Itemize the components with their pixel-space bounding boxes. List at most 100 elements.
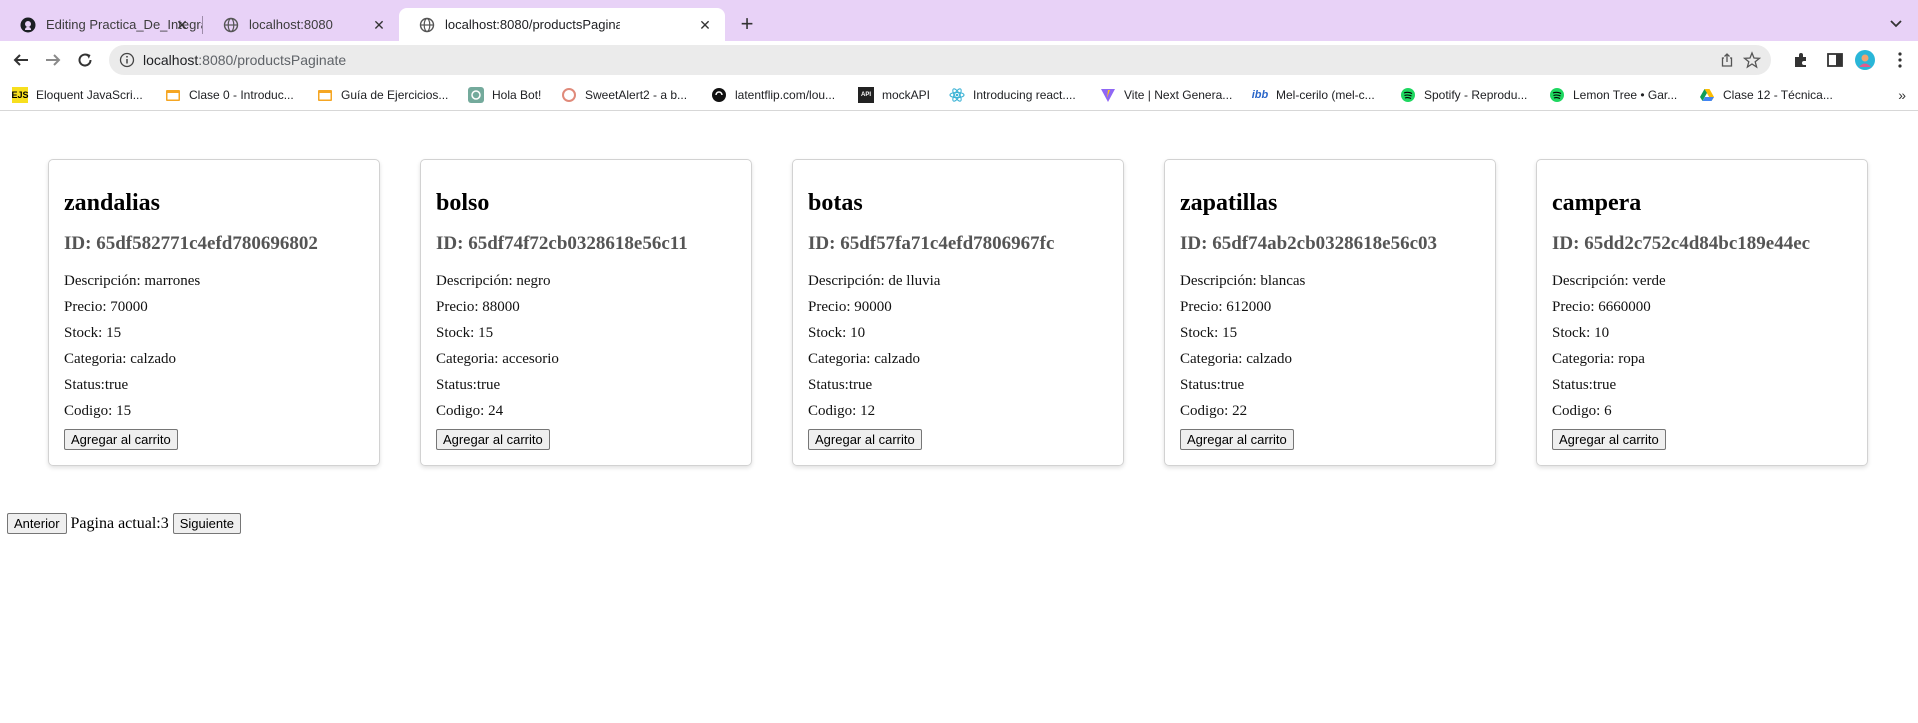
- github-icon: [20, 17, 36, 33]
- chevron-down-icon[interactable]: [1888, 15, 1904, 31]
- tab-localhost[interactable]: localhost:8080 ✕: [203, 8, 399, 41]
- more-options-icon[interactable]: [1890, 50, 1910, 70]
- info-icon[interactable]: [119, 52, 135, 68]
- product-description: Descripción: negro: [436, 273, 551, 289]
- mockapi-icon: API: [858, 87, 874, 103]
- product-name: zapatillas: [1180, 190, 1278, 216]
- tab-strip: Editing Practica_De_Integracion ✕ localh…: [0, 0, 1918, 41]
- folder-icon: [317, 87, 333, 103]
- side-panel-icon[interactable]: [1825, 50, 1845, 70]
- bookmark-item[interactable]: API mockAPI: [858, 86, 930, 104]
- product-name: bolso: [436, 190, 490, 216]
- bookmark-item[interactable]: SweetAlert2 - a b...: [561, 86, 687, 104]
- product-id: ID: 65df74f72cb0328618e56c11: [436, 233, 688, 254]
- avatar[interactable]: [1855, 50, 1875, 70]
- bookmark-item[interactable]: Spotify - Reprodu...: [1400, 86, 1527, 104]
- bookmarks-bar: EJS Eloquent JavaScri... Clase 0 - Intro…: [0, 79, 1918, 111]
- product-stock: Stock: 15: [1180, 325, 1238, 341]
- bookmark-item[interactable]: Hola Bot!: [468, 86, 541, 104]
- product-status: Status:true: [808, 377, 873, 393]
- spotify-icon: [1549, 87, 1565, 103]
- bookmark-item[interactable]: Guía de Ejercicios...: [317, 86, 448, 104]
- product-status: Status:true: [1552, 377, 1617, 393]
- add-to-cart-button[interactable]: Agregar al carrito: [436, 429, 550, 450]
- product-name: zandalias: [64, 190, 161, 216]
- product-price: Precio: 88000: [436, 299, 520, 315]
- bookmark-item[interactable]: Lemon Tree • Gar...: [1549, 86, 1677, 104]
- add-to-cart-button[interactable]: Agregar al carrito: [1552, 429, 1666, 450]
- next-page-button[interactable]: Siguiente: [172, 513, 241, 534]
- product-id: ID: 65dd2c752c4d84bc189e44ec: [1552, 233, 1811, 254]
- forward-icon[interactable]: [42, 49, 64, 71]
- back-icon[interactable]: [10, 49, 32, 71]
- product-description: Descripción: de lluvia: [808, 273, 941, 289]
- pagination: Anterior Pagina actual:3 Siguiente: [7, 513, 241, 534]
- sweetalert-icon: [561, 87, 577, 103]
- product-card: campera ID: 65dd2c752c4d84bc189e44ec Des…: [1536, 159, 1868, 466]
- tab-products-paginate[interactable]: localhost:8080/productsPaginate ✕: [399, 8, 725, 41]
- close-icon[interactable]: ✕: [371, 17, 387, 33]
- product-stock: Stock: 10: [808, 325, 866, 341]
- latentflip-icon: [711, 87, 727, 103]
- product-description: Descripción: verde: [1552, 273, 1666, 289]
- ejs-icon: EJS: [12, 87, 29, 103]
- bookmark-item[interactable]: latentflip.com/lou...: [711, 86, 835, 104]
- current-page-label: Pagina actual:3: [70, 514, 169, 532]
- bookmark-item[interactable]: Introducing react....: [949, 86, 1076, 104]
- close-icon[interactable]: ✕: [697, 17, 713, 33]
- openai-icon: [468, 87, 484, 103]
- product-name: botas: [808, 190, 863, 216]
- page-content: zandalias ID: 65df582771c4efd780696802 D…: [0, 112, 1918, 723]
- product-stock: Stock: 15: [64, 325, 122, 341]
- product-code: Codigo: 6: [1552, 403, 1612, 419]
- product-card: zandalias ID: 65df582771c4efd780696802 D…: [48, 159, 380, 466]
- product-code: Codigo: 22: [1180, 403, 1248, 419]
- bookmark-item[interactable]: ibb Mel-cerilo (mel-c...: [1252, 86, 1375, 104]
- product-category: Categoria: ropa: [1552, 351, 1645, 367]
- product-category: Categoria: calzado: [1180, 351, 1293, 367]
- browser-toolbar: localhost:8080/productsPaginate: [0, 41, 1918, 79]
- product-status: Status:true: [436, 377, 501, 393]
- imgbb-icon: ibb: [1251, 89, 1269, 101]
- product-id: ID: 65df582771c4efd780696802: [64, 233, 318, 254]
- vite-icon: [1100, 87, 1116, 103]
- add-to-cart-button[interactable]: Agregar al carrito: [64, 429, 178, 450]
- extensions-icon[interactable]: [1791, 50, 1811, 70]
- bookmark-item[interactable]: EJS Eloquent JavaScri...: [12, 86, 143, 104]
- drive-icon: [1699, 87, 1715, 103]
- tab-github[interactable]: Editing Practica_De_Integracion ✕: [0, 8, 202, 41]
- product-card: zapatillas ID: 65df74ab2cb0328618e56c03 …: [1164, 159, 1496, 466]
- product-price: Precio: 70000: [64, 299, 148, 315]
- product-card: botas ID: 65df57fa71c4efd7806967fc Descr…: [792, 159, 1124, 466]
- previous-page-button[interactable]: Anterior: [7, 513, 67, 534]
- new-tab-icon[interactable]: +: [735, 13, 759, 37]
- folder-icon: [165, 87, 181, 103]
- product-name: campera: [1552, 190, 1642, 216]
- product-description: Descripción: marrones: [64, 273, 201, 289]
- product-card: bolso ID: 65df74f72cb0328618e56c11 Descr…: [420, 159, 752, 466]
- product-description: Descripción: blancas: [1180, 273, 1306, 289]
- product-stock: Stock: 10: [1552, 325, 1610, 341]
- product-category: Categoria: calzado: [64, 351, 177, 367]
- url-text[interactable]: localhost:8080/productsPaginate: [143, 52, 346, 68]
- globe-icon: [419, 17, 435, 33]
- react-icon: [949, 87, 965, 103]
- product-id: ID: 65df57fa71c4efd7806967fc: [808, 233, 1055, 254]
- reload-icon[interactable]: [74, 49, 96, 71]
- add-to-cart-button[interactable]: Agregar al carrito: [1180, 429, 1294, 450]
- close-icon[interactable]: ✕: [174, 17, 190, 33]
- bookmark-item[interactable]: Clase 0 - Introduc...: [165, 86, 294, 104]
- add-to-cart-button[interactable]: Agregar al carrito: [808, 429, 922, 450]
- bookmark-item[interactable]: Vite | Next Genera...: [1100, 86, 1232, 104]
- chevron-double-right-icon[interactable]: »: [1898, 87, 1906, 103]
- share-icon[interactable]: [1719, 52, 1735, 68]
- address-bar[interactable]: localhost:8080/productsPaginate: [109, 45, 1771, 75]
- product-status: Status:true: [64, 377, 129, 393]
- product-status: Status:true: [1180, 377, 1245, 393]
- bookmark-item[interactable]: Clase 12 - Técnica...: [1699, 86, 1833, 104]
- product-code: Codigo: 12: [808, 403, 876, 419]
- product-price: Precio: 612000: [1180, 299, 1272, 315]
- bookmark-star-icon[interactable]: [1742, 51, 1762, 69]
- product-price: Precio: 6660000: [1552, 299, 1651, 315]
- product-code: Codigo: 24: [436, 403, 504, 419]
